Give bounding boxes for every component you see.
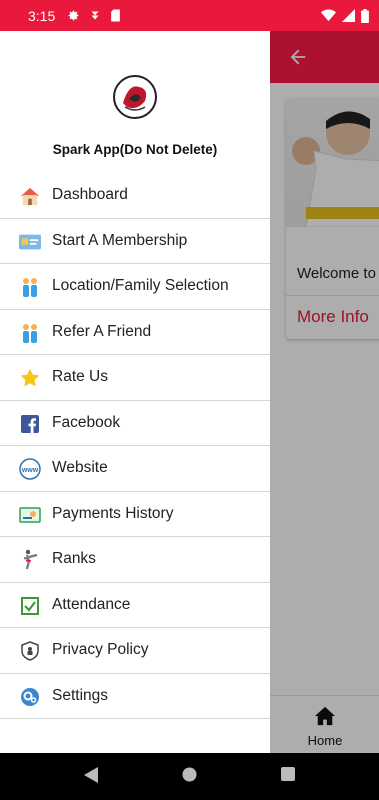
home-circle-icon[interactable] — [182, 767, 197, 782]
menu-item-facebook[interactable]: Facebook — [0, 401, 270, 446]
svg-text:www: www — [21, 467, 39, 474]
status-bar: 3:15 — [0, 0, 379, 31]
menu-item-label: Ranks — [52, 550, 96, 568]
menu-item-label: Payments History — [52, 504, 174, 522]
menu-item-location-family[interactable]: Location/Family Selection — [0, 264, 270, 310]
facebook-icon — [19, 413, 41, 435]
system-navigation-bar — [0, 753, 379, 800]
menu-item-label: Website — [52, 459, 108, 477]
menu-item-label: Dashboard — [52, 186, 128, 204]
menu-item-label: Settings — [52, 686, 109, 704]
menu-item-settings[interactable]: Settings — [0, 674, 270, 719]
menu-item-label: Privacy Policy — [52, 641, 149, 659]
drawer-scrim[interactable] — [270, 31, 379, 762]
menu-item-attendance[interactable]: Attendance — [0, 583, 270, 628]
sd-card-icon — [111, 9, 121, 22]
family-icon — [19, 276, 41, 298]
status-time: 3:15 — [28, 7, 56, 24]
checkbox-icon — [19, 595, 41, 617]
menu-item-website[interactable]: www Website — [0, 446, 270, 492]
menu-item-label: Refer A Friend — [52, 322, 152, 340]
house-icon — [19, 185, 41, 207]
refer-friend-icon — [19, 322, 41, 344]
menu-item-label: Facebook — [52, 413, 121, 431]
menu-item-ranks[interactable]: Ranks — [0, 537, 270, 583]
back-triangle-icon[interactable] — [84, 767, 98, 783]
menu-item-privacy-policy[interactable]: Privacy Policy — [0, 628, 270, 674]
menu-item-label: Start A Membership — [52, 231, 188, 249]
karate-kick-icon — [19, 549, 41, 571]
menu-item-label: Attendance — [52, 595, 131, 613]
navigation-drawer: Spark App(Do Not Delete) Dashboard Start… — [0, 31, 270, 762]
battery-icon — [361, 8, 369, 23]
menu-item-start-membership[interactable]: Start A Membership — [0, 219, 270, 264]
menu-item-dashboard[interactable]: Dashboard — [0, 173, 270, 219]
recents-square-icon[interactable] — [281, 767, 295, 781]
download-icon — [91, 11, 99, 20]
menu-item-refer-friend[interactable]: Refer A Friend — [0, 310, 270, 355]
shield-icon — [19, 640, 41, 662]
membership-card-icon — [19, 231, 41, 253]
wifi-icon — [321, 9, 336, 22]
star-icon — [19, 367, 41, 389]
school-logo — [113, 75, 157, 119]
gears-icon — [19, 686, 41, 708]
menu-item-rate-us[interactable]: Rate Us — [0, 355, 270, 401]
menu-item-label: Location/Family Selection — [52, 277, 229, 295]
www-icon: www — [19, 458, 41, 480]
menu-item-label: Rate Us — [52, 368, 108, 386]
app-name: Spark App(Do Not Delete) — [52, 142, 218, 157]
signal-icon — [342, 9, 355, 22]
menu-item-payments-history[interactable]: Payments History — [0, 492, 270, 537]
settings-gear-icon — [68, 10, 79, 21]
drawer-menu: Dashboard Start A Membership Location/Fa… — [0, 173, 270, 719]
payments-icon — [19, 504, 41, 526]
